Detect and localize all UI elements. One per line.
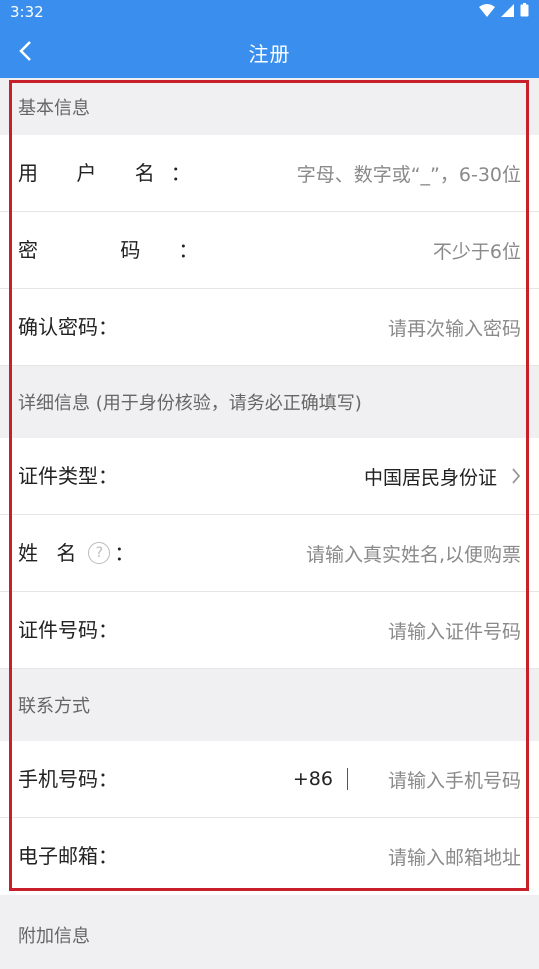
section-detail-info: 详细信息 (用于身份核验，请务必正确填写) xyxy=(0,366,539,438)
wifi-icon xyxy=(479,3,495,17)
section-contact: 联系方式 xyxy=(0,669,539,741)
real-name-row[interactable]: 姓 名 ? ： 请输入真实姓名,以便购票 xyxy=(0,515,539,592)
email-row[interactable]: 电子邮箱： 请输入邮箱地址 xyxy=(0,818,539,895)
confirm-password-row[interactable]: 确认密码： 请再次输入密码 xyxy=(0,289,539,366)
real-name-input[interactable]: 请输入真实姓名,以便购票 xyxy=(306,515,521,591)
register-form: 基本信息 用 户 名： 字母、数字或“_”，6-30位 密 码： 不少于6位 确… xyxy=(0,78,539,895)
password-input[interactable]: 不少于6位 xyxy=(433,212,521,288)
username-input[interactable]: 字母、数字或“_”，6-30位 xyxy=(297,135,521,211)
battery-icon xyxy=(520,3,529,17)
status-icons xyxy=(479,3,529,17)
password-colon: ： xyxy=(178,238,199,262)
phone-input[interactable]: 请输入手机号码 xyxy=(388,766,521,793)
email-input[interactable]: 请输入邮箱地址 xyxy=(388,818,521,894)
password-label-text: 密 码 xyxy=(18,238,179,262)
country-code[interactable]: +86 xyxy=(293,768,333,790)
confirm-password-label-text: 确认密码 xyxy=(18,315,98,339)
divider xyxy=(346,768,348,790)
email-colon: ： xyxy=(98,844,118,868)
section-basic-info: 基本信息 xyxy=(0,78,539,135)
confirm-password-colon: ： xyxy=(98,315,118,339)
phone-label: 手机号码： xyxy=(18,741,118,817)
real-name-colon: ： xyxy=(114,541,135,565)
phone-field[interactable]: +86 请输入手机号码 xyxy=(293,741,521,817)
id-type-select[interactable]: 中国居民身份证 xyxy=(364,438,521,514)
id-type-label: 证件类型： xyxy=(18,438,118,514)
confirm-password-input[interactable]: 请再次输入密码 xyxy=(388,289,521,365)
phone-colon: ： xyxy=(98,767,118,791)
help-icon[interactable]: ? xyxy=(88,542,111,564)
id-number-input[interactable]: 请输入证件号码 xyxy=(388,592,521,668)
signal-icon xyxy=(501,3,514,17)
id-type-row[interactable]: 证件类型： 中国居民身份证 xyxy=(0,438,539,515)
username-label-text: 用 户 名 xyxy=(18,161,171,185)
chevron-right-icon xyxy=(511,467,521,485)
confirm-password-label: 确认密码： xyxy=(18,289,118,365)
phone-label-text: 手机号码 xyxy=(18,767,98,791)
username-label: 用 户 名： xyxy=(18,135,191,211)
page-title: 注册 xyxy=(248,42,291,66)
username-row[interactable]: 用 户 名： 字母、数字或“_”，6-30位 xyxy=(0,135,539,212)
id-number-label-text: 证件号码 xyxy=(18,618,98,642)
id-number-label: 证件号码： xyxy=(18,592,118,668)
status-time: 3:32 xyxy=(10,3,44,21)
id-type-colon: ： xyxy=(98,464,118,488)
id-number-row[interactable]: 证件号码： 请输入证件号码 xyxy=(0,592,539,669)
email-label-text: 电子邮箱 xyxy=(18,844,98,868)
section-extra-info: 附加信息 xyxy=(18,925,90,947)
password-label: 密 码： xyxy=(18,212,198,288)
id-type-label-text: 证件类型 xyxy=(18,464,98,488)
top-nav-bar: 注册 xyxy=(0,24,539,78)
phone-row[interactable]: 手机号码： +86 请输入手机号码 xyxy=(0,741,539,818)
status-bar: 3:32 xyxy=(0,0,539,24)
email-label: 电子邮箱： xyxy=(18,818,118,894)
id-number-colon: ： xyxy=(98,618,118,642)
username-colon: ： xyxy=(170,161,191,185)
real-name-label: 姓 名 ? ： xyxy=(18,515,134,591)
password-row[interactable]: 密 码： 不少于6位 xyxy=(0,212,539,289)
real-name-label-text: 姓 名 xyxy=(18,541,83,565)
id-type-value: 中国居民身份证 xyxy=(363,466,497,489)
